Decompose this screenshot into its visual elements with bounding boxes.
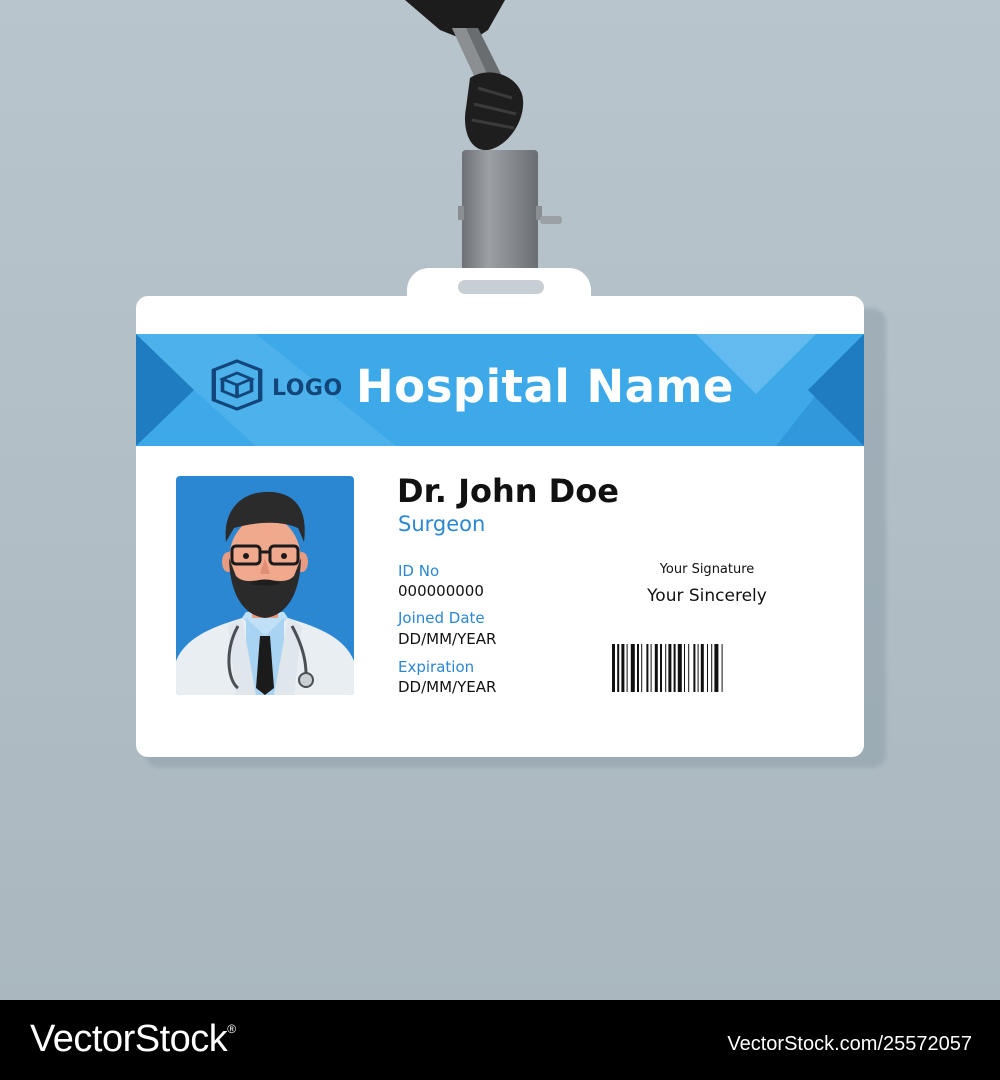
person-title: Surgeon bbox=[398, 512, 486, 536]
brand-mark: ® bbox=[227, 1022, 236, 1036]
barcode-bar bbox=[654, 644, 658, 692]
photo-frame bbox=[176, 476, 354, 695]
barcode-bar bbox=[711, 644, 713, 692]
brand-watermark: VectorStock® bbox=[30, 1018, 236, 1061]
barcode-bar bbox=[707, 644, 708, 692]
barcode-bar bbox=[617, 644, 620, 692]
barcode-bar bbox=[641, 644, 643, 692]
card-slot bbox=[458, 280, 544, 294]
barcode-bar bbox=[637, 644, 639, 692]
hexagon-cube-icon bbox=[211, 359, 263, 411]
barcode-bar bbox=[714, 644, 719, 692]
barcode-bar bbox=[660, 644, 662, 692]
card-header-band: LOGO Hospital Name bbox=[136, 334, 864, 446]
expiration-label: Expiration bbox=[398, 658, 475, 676]
barcode-bar bbox=[677, 644, 682, 692]
barcode-bar bbox=[650, 644, 652, 692]
barcode-bar bbox=[721, 644, 723, 692]
doctor-avatar-icon bbox=[176, 491, 354, 695]
signature-label: Your Signature bbox=[659, 562, 755, 577]
joined-date-label: Joined Date bbox=[398, 609, 485, 627]
asset-id: VectorStock.com/25572057 bbox=[727, 1033, 972, 1055]
lanyard-strap bbox=[405, 0, 505, 42]
barcode-bar bbox=[688, 644, 690, 692]
barcode-bar bbox=[700, 644, 704, 692]
barcode-bar bbox=[626, 644, 628, 692]
barcode-bar bbox=[630, 644, 635, 692]
logo-text: LOGO bbox=[272, 375, 343, 401]
barcode-bar bbox=[612, 644, 615, 692]
barcode-icon bbox=[612, 644, 723, 692]
barcode-bar bbox=[673, 644, 676, 692]
barcode-bar bbox=[668, 644, 672, 692]
barcode-bar bbox=[621, 644, 625, 692]
barcode-bar bbox=[665, 644, 667, 692]
brand-text: VectorStock bbox=[30, 1018, 228, 1060]
barcode-bar bbox=[684, 644, 685, 692]
person-name: Dr. John Doe bbox=[397, 472, 619, 510]
lanyard-knot bbox=[464, 72, 524, 151]
hospital-logo: LOGO bbox=[208, 355, 343, 421]
id-no-value: 000000000 bbox=[398, 582, 484, 600]
signature-value: Your Sincerely bbox=[647, 586, 767, 606]
barcode-bar bbox=[697, 644, 699, 692]
barcode-bar bbox=[693, 644, 696, 692]
joined-date-value: DD/MM/YEAR bbox=[398, 630, 497, 648]
watermark-footer: VectorStock® VectorStock.com/25572057 bbox=[0, 1000, 1000, 1080]
expiration-value: DD/MM/YEAR bbox=[398, 678, 497, 696]
barcode-bar bbox=[646, 644, 649, 692]
id-card: LOGO Hospital Name Dr. John Doe Surgeon … bbox=[136, 296, 864, 757]
id-no-label: ID No bbox=[398, 562, 440, 580]
lanyard-illustration bbox=[405, 0, 562, 282]
hospital-name: Hospital Name bbox=[356, 360, 734, 413]
